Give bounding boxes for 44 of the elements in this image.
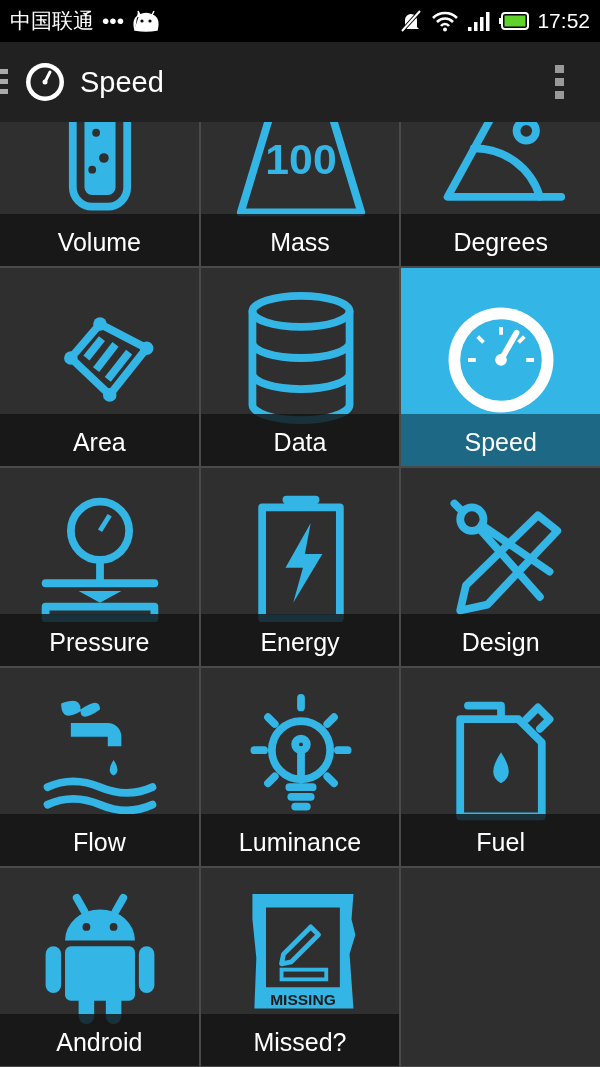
tile-label: Data [200, 414, 400, 466]
category-tile[interactable]: Energy [200, 468, 400, 666]
ruler-icon [279, 967, 328, 982]
category-tile[interactable]: Android [0, 868, 199, 1066]
tile-label: Area [0, 414, 199, 466]
tile-label: Luminance [200, 814, 400, 866]
missing-label: MISSING [269, 990, 336, 1008]
tile-label: Design [401, 614, 600, 666]
category-tile[interactable]: Fuel [401, 668, 600, 866]
battery-icon [499, 12, 530, 30]
category-tile[interactable]: Design [401, 468, 600, 666]
tile-label: Flow [0, 814, 199, 866]
clock-time: 17:52 [537, 9, 590, 33]
tile-label: Missed? [200, 1014, 400, 1066]
category-tile[interactable]: Degrees [401, 122, 600, 266]
category-tile[interactable]: Pressure [0, 468, 199, 666]
category-tile[interactable]: Speed [401, 268, 600, 466]
category-tile[interactable]: Luminance [200, 668, 400, 866]
carrier-name: 中国联通 [10, 8, 94, 34]
tile-label: Energy [200, 614, 400, 666]
category-tile[interactable]: Area [0, 268, 199, 466]
tile-label: Android [0, 1014, 199, 1066]
category-tile[interactable]: MISSING Missed? [200, 868, 400, 1066]
tile-label: Volume [0, 214, 199, 266]
tile-label: Speed [401, 414, 600, 466]
category-tile[interactable]: Volume [0, 122, 199, 266]
app-title: Speed [80, 65, 165, 99]
category-tile[interactable]: Data [200, 268, 400, 466]
tile-label: Degrees [401, 214, 600, 266]
android-icon [132, 10, 161, 32]
overflow-menu-icon[interactable] [555, 65, 564, 99]
tile-label: Mass [200, 214, 400, 266]
muted-bell-icon [399, 9, 424, 33]
notification-dots: ••• [102, 9, 125, 33]
signal-icon [467, 10, 492, 32]
drawer-indicator-icon[interactable] [0, 69, 8, 95]
category-tile[interactable]: Flow [0, 668, 199, 866]
pencil-icon [278, 924, 321, 967]
wifi-icon [431, 10, 460, 32]
tile-label: Pressure [0, 614, 199, 666]
category-tile[interactable]: 100 Mass [200, 122, 400, 266]
weight-label: 100 [265, 134, 337, 183]
tile-label: Fuel [401, 814, 600, 866]
speedometer-icon [24, 61, 66, 103]
